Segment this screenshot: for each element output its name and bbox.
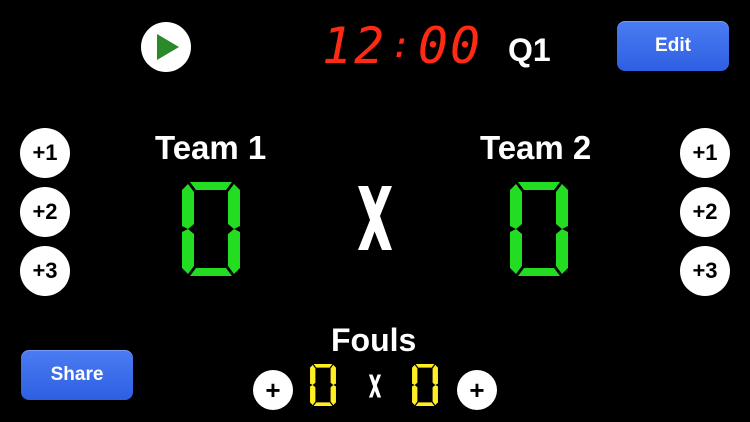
segment-d [313,402,333,406]
segment-d [518,268,560,276]
team2-score [510,182,568,276]
team2-name: Team 2 [480,129,592,166]
segment-e [412,385,418,406]
team2-add-foul-button[interactable]: + [457,370,497,410]
segment-d [415,402,435,406]
team1-score [182,182,240,276]
segment-a [313,364,333,368]
team1-add-foul-button[interactable]: + [253,370,293,410]
team2-fouls-digit [412,364,438,406]
segment-c [556,229,568,274]
play-icon [157,34,179,60]
clock-minutes: 12 [322,17,387,75]
segment-f [182,184,194,229]
clock-separator: : [390,25,414,66]
team1-fouls-digit [310,364,336,406]
segment-b [330,364,336,385]
segment-a [415,364,435,368]
segment-c [330,385,336,406]
game-clock[interactable]: 12:00 [322,18,482,74]
team1-name: Team 1 [155,129,267,166]
fouls-label: Fouls [331,322,417,358]
team2-fouls [412,364,438,406]
segment-f [412,364,418,385]
segment-a [190,182,232,190]
team2-score-digit [510,182,568,276]
segment-b [556,184,568,229]
segment-c [432,385,438,406]
team2-plus2-button[interactable]: +2 [680,187,730,237]
segment-d [190,268,232,276]
segment-b [228,184,240,229]
clock-seconds: 00 [417,17,483,75]
team2-plus3-button[interactable]: +3 [680,246,730,296]
segment-e [510,229,522,274]
edit-button[interactable]: Edit [617,21,729,71]
segment-f [310,364,316,385]
segment-e [310,385,316,406]
team1-plus2-button[interactable]: +2 [20,187,70,237]
segment-f [510,184,522,229]
versus-symbol [358,186,392,250]
team1-plus3-button[interactable]: +3 [20,246,70,296]
period-indicator[interactable]: Q1 [508,30,551,70]
segment-b [432,364,438,385]
play-button[interactable] [141,22,191,72]
team1-fouls [310,364,336,406]
fouls-separator [368,374,382,398]
team1-score-digit [182,182,240,276]
share-button[interactable]: Share [21,350,133,400]
team2-plus1-button[interactable]: +1 [680,128,730,178]
segment-e [182,229,194,274]
team1-plus1-button[interactable]: +1 [20,128,70,178]
segment-a [518,182,560,190]
segment-c [228,229,240,274]
